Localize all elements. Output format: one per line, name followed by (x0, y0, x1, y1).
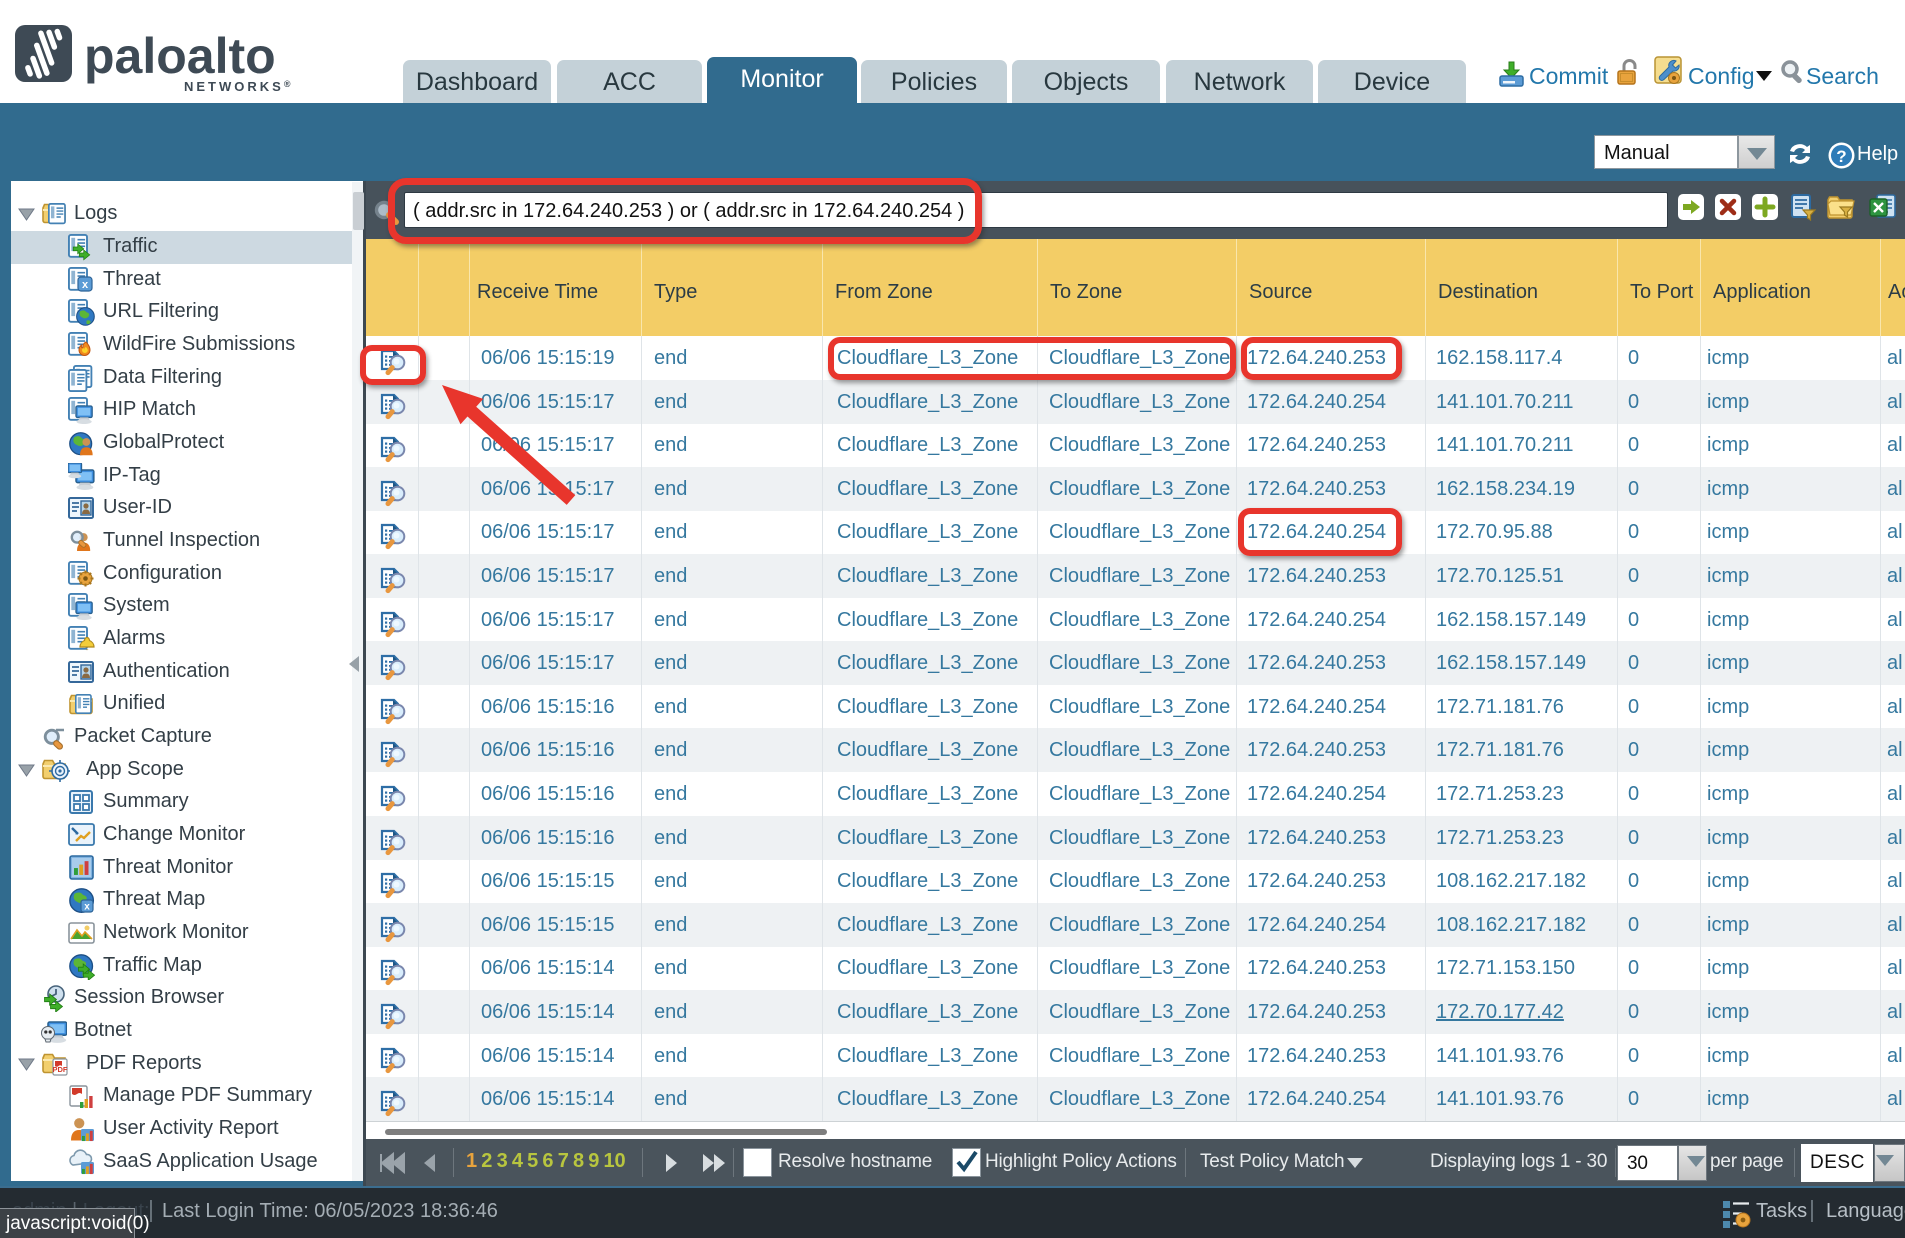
svg-text:x: x (84, 902, 90, 913)
svg-text:x: x (82, 279, 89, 291)
svg-text:PDF: PDF (53, 1065, 68, 1074)
svg-text:?: ? (1836, 147, 1846, 166)
